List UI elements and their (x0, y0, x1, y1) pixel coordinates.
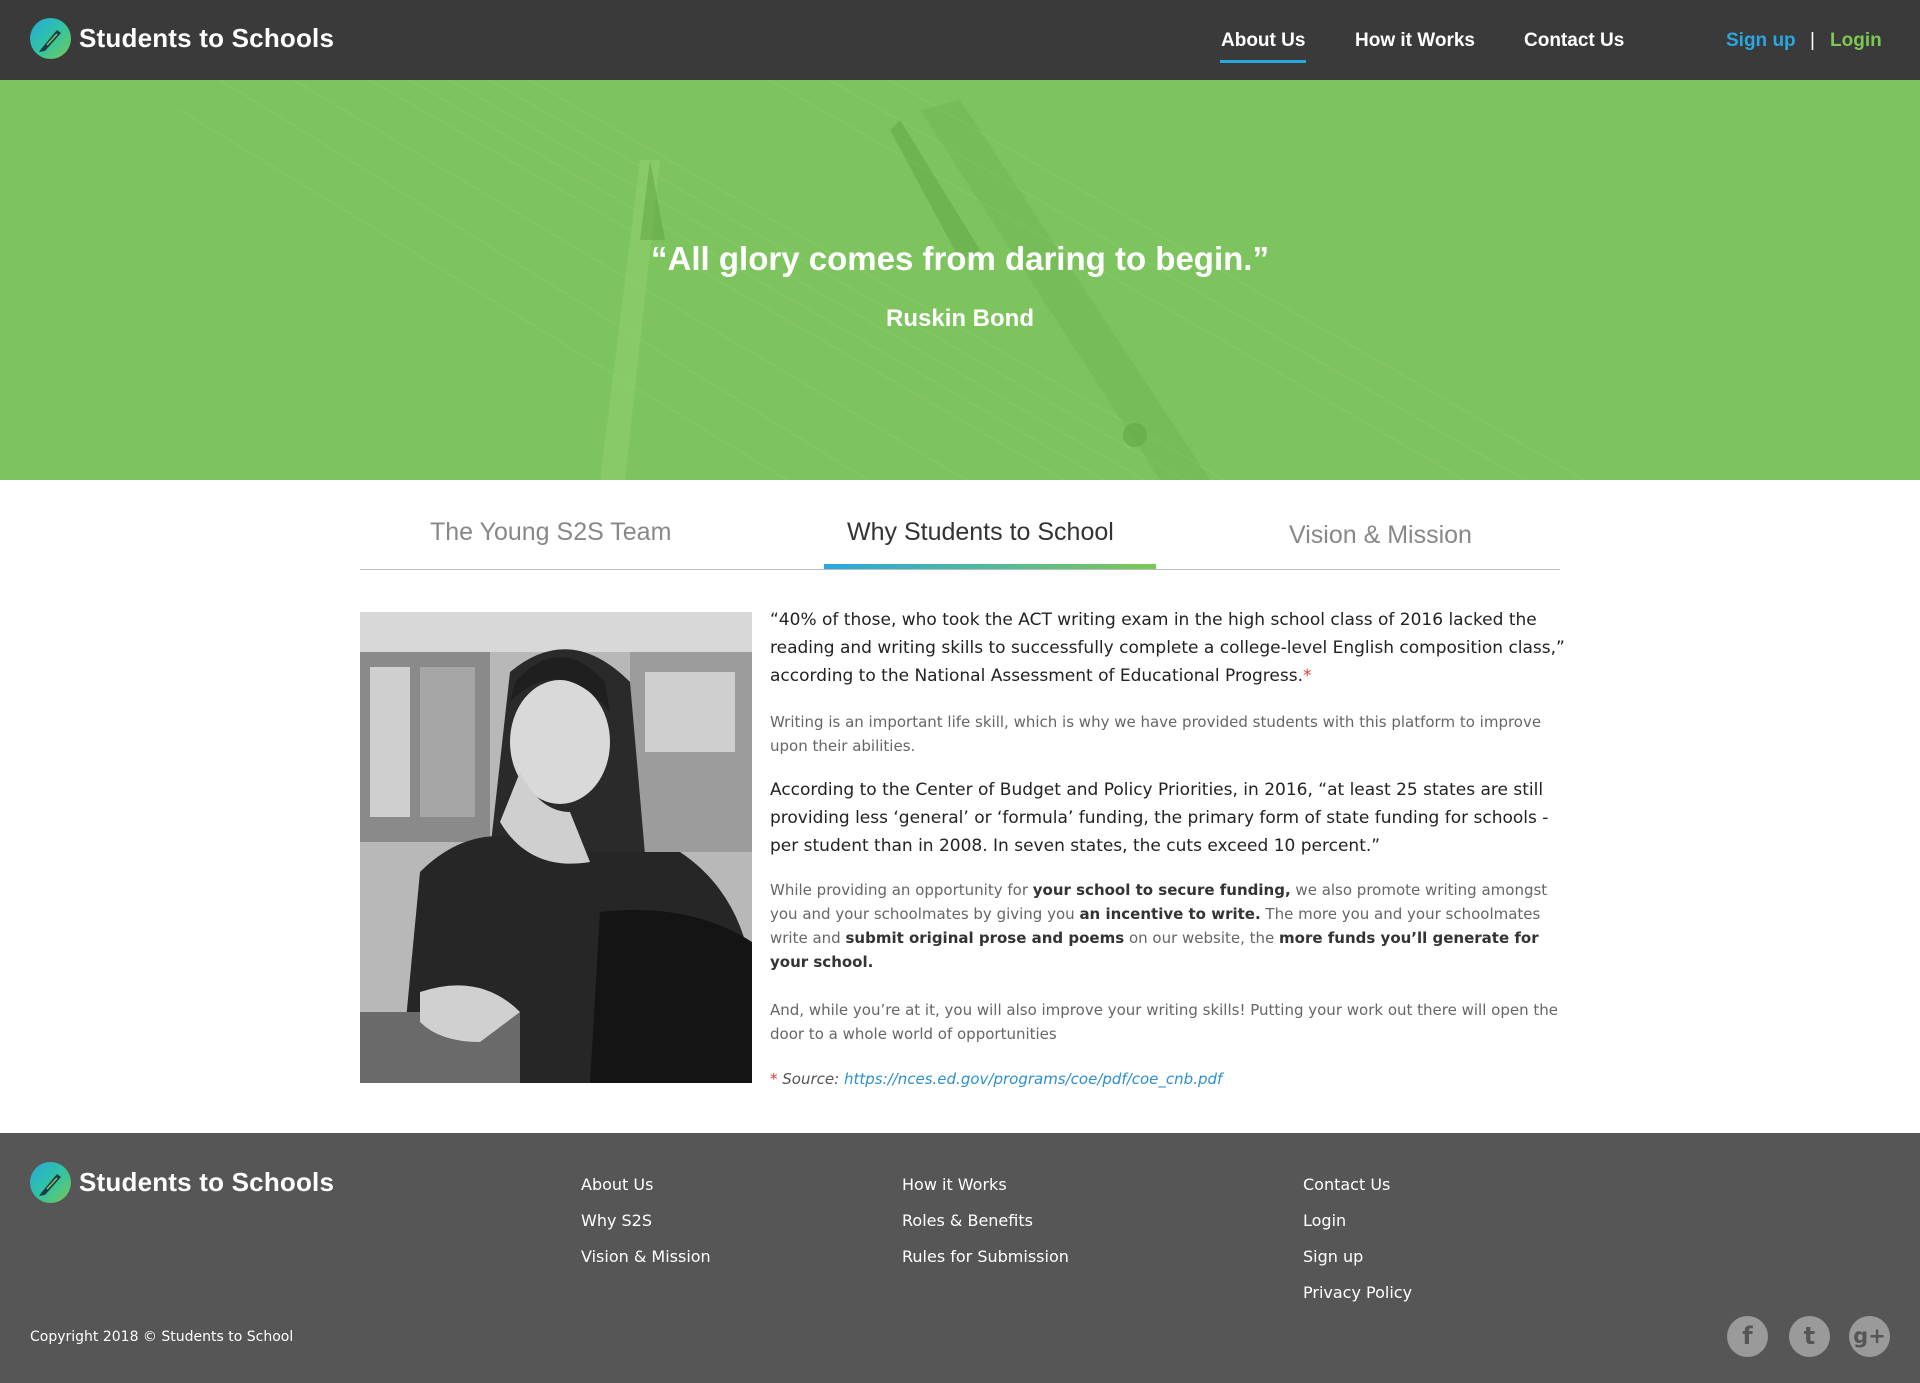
footer-link-roles-benefits[interactable]: Roles & Benefits (902, 1211, 1069, 1247)
tab-why-students-to-school[interactable]: Why Students to School (847, 518, 1114, 547)
tab-vision-mission[interactable]: Vision & Mission (1289, 521, 1472, 550)
skills-paragraph: And, while you’re at it, you will also i… (770, 1001, 1558, 1043)
site-footer: Students to Schools About Us Why S2S Vis… (0, 1133, 1920, 1383)
footer-link-vision-mission[interactable]: Vision & Mission (581, 1247, 711, 1283)
facebook-icon[interactable]: f (1727, 1316, 1768, 1357)
footer-link-why-s2s[interactable]: Why S2S (581, 1211, 711, 1247)
footer-link-sign-up[interactable]: Sign up (1303, 1247, 1412, 1283)
why-s2s-content: “40% of those, who took the ACT writing … (770, 606, 1565, 1088)
nav-about-us[interactable]: About Us (1219, 30, 1307, 63)
source-footnote-mark: * (770, 1070, 778, 1088)
top-header: Students to Schools About Us How it Work… (0, 0, 1920, 80)
login-link[interactable]: Login (1830, 30, 1882, 52)
opportunity-bold-3: submit original prose and poems (845, 929, 1125, 947)
footer-link-privacy-policy[interactable]: Privacy Policy (1303, 1283, 1412, 1319)
twitter-icon[interactable]: t (1789, 1316, 1830, 1357)
opportunity-text-4: on our website, the (1124, 929, 1280, 947)
act-statistic-paragraph: “40% of those, who took the ACT writing … (770, 606, 1565, 690)
funding-statistic-paragraph: According to the Center of Budget and Po… (770, 780, 1549, 856)
source-link[interactable]: https://nces.ed.gov/programs/coe/pdf/coe… (844, 1070, 1222, 1088)
footer-link-how-it-works[interactable]: How it Works (902, 1175, 1069, 1211)
brand-logo-link[interactable]: Students to Schools (30, 18, 334, 59)
opportunity-bold-2: an incentive to write. (1079, 905, 1261, 923)
footer-col-how: How it Works Roles & Benefits Rules for … (902, 1175, 1069, 1283)
footer-logo-icon (30, 1162, 71, 1203)
copyright-text: Copyright 2018 © Students to School (30, 1329, 294, 1345)
google-plus-icon[interactable]: g+ (1849, 1316, 1890, 1357)
footnote-mark: * (1303, 666, 1312, 686)
footer-col-about: About Us Why S2S Vision & Mission (581, 1175, 711, 1283)
footer-col-contact: Contact Us Login Sign up Privacy Policy (1303, 1175, 1412, 1319)
opportunity-bold-1: your school to secure funding, (1032, 881, 1291, 899)
hero-quote: “All glory comes from daring to begin.” (651, 240, 1269, 277)
nav-how-it-works[interactable]: How it Works (1355, 30, 1475, 52)
signup-link[interactable]: Sign up (1726, 30, 1796, 52)
footer-brand-link[interactable]: Students to Schools (30, 1162, 334, 1203)
student-photo (360, 612, 752, 1083)
hero-banner: “All glory comes from daring to begin.” … (0, 80, 1920, 480)
logo-icon (30, 18, 71, 59)
auth-separator: | (1810, 30, 1815, 51)
footer-link-login[interactable]: Login (1303, 1211, 1412, 1247)
active-tab-indicator (824, 564, 1156, 569)
footer-link-rules-submission[interactable]: Rules for Submission (902, 1247, 1069, 1283)
footer-link-about-us[interactable]: About Us (581, 1175, 711, 1211)
tab-young-s2s-team[interactable]: The Young S2S Team (430, 518, 671, 547)
source-note: * Source: https://nces.ed.gov/programs/c… (770, 1070, 1565, 1088)
nav-contact-us[interactable]: Contact Us (1524, 30, 1624, 52)
footer-link-contact-us[interactable]: Contact Us (1303, 1175, 1412, 1211)
hero-quote-author: Ruskin Bond (886, 305, 1034, 332)
hero-background-image (179, 80, 1587, 480)
brand-name: Students to Schools (79, 23, 335, 53)
opportunity-paragraph: While providing an opportunity for your … (770, 878, 1565, 974)
source-label: Source: (782, 1070, 840, 1088)
writing-skill-paragraph: Writing is an important life skill, whic… (770, 713, 1542, 755)
footer-brand-name: Students to Schools (79, 1167, 335, 1197)
about-tabs: The Young S2S Team Why Students to Schoo… (360, 480, 1560, 570)
act-statistic-text: “40% of those, who took the ACT writing … (770, 610, 1565, 686)
opportunity-text-1: While providing an opportunity for (770, 881, 1033, 899)
